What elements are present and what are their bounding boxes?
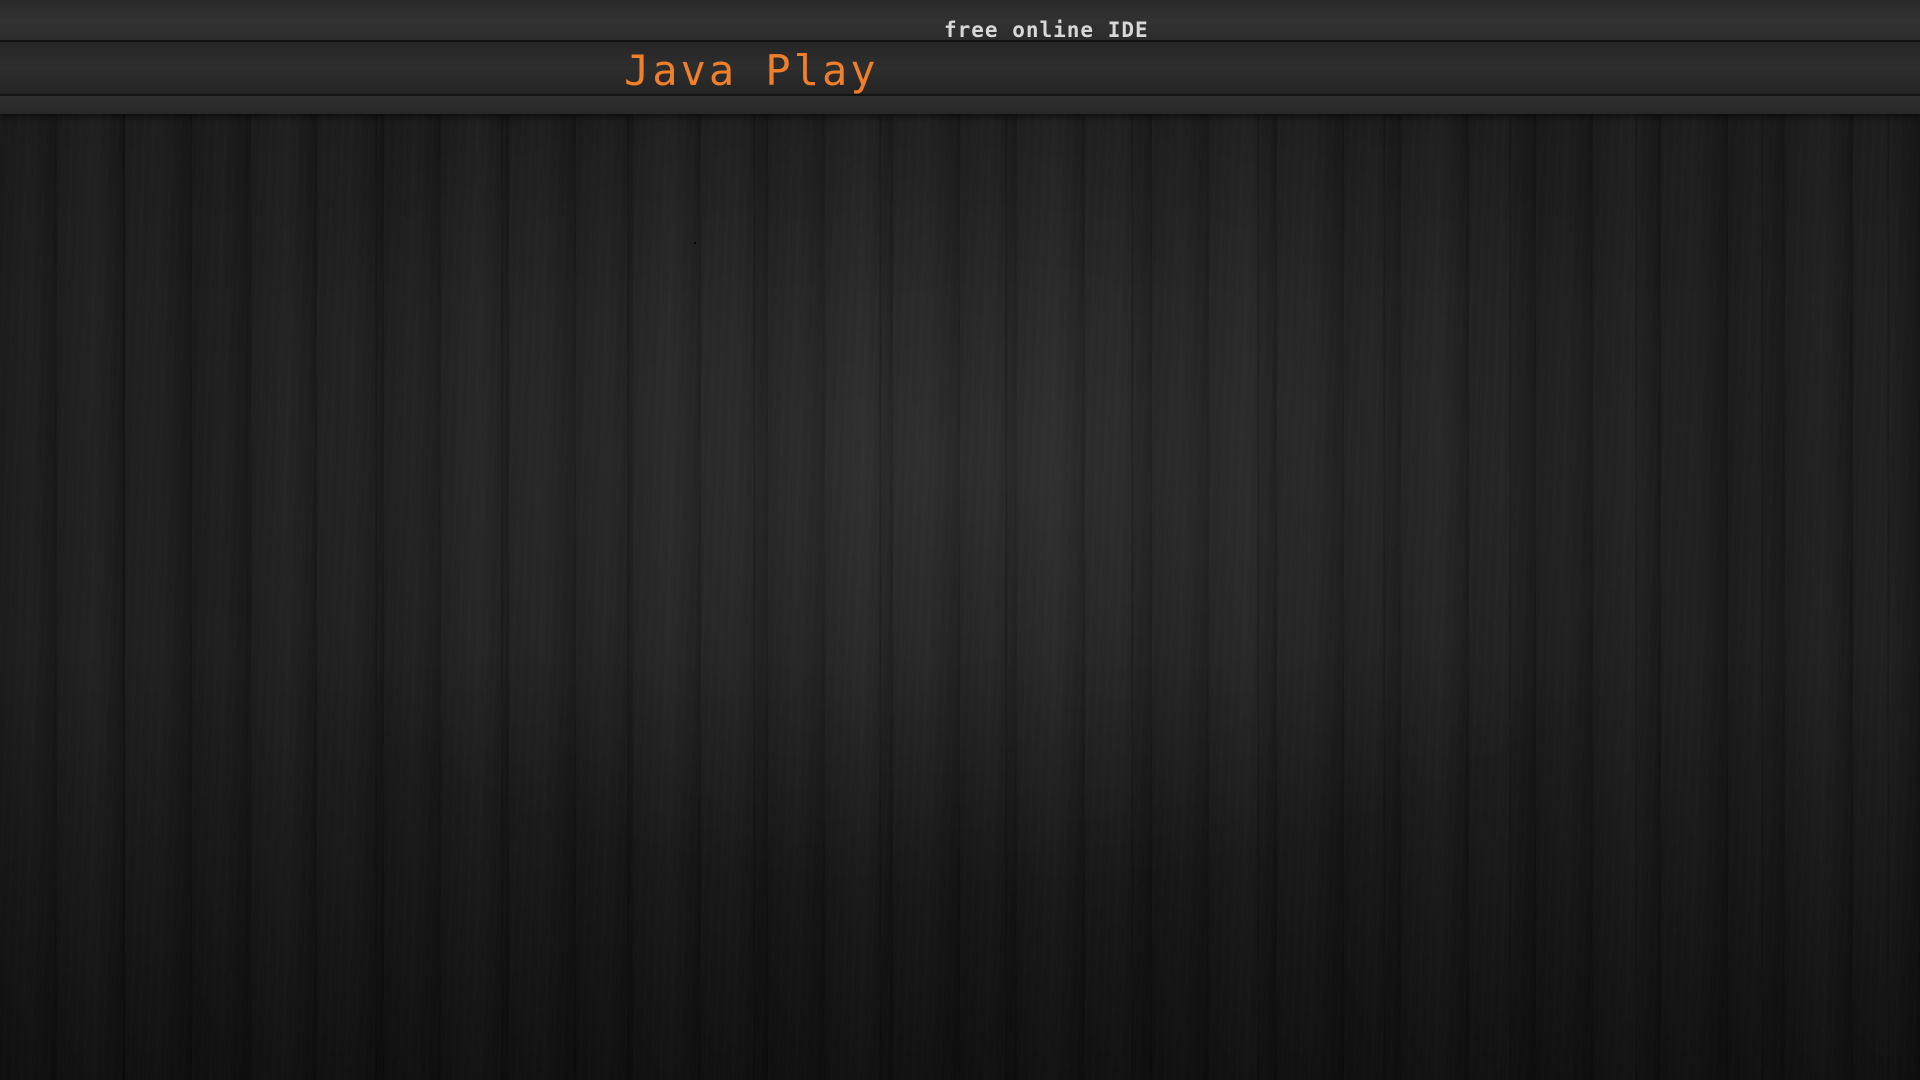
site-tagline: free online IDE bbox=[944, 18, 1149, 42]
page: free online IDE Java Play bbox=[0, 0, 1920, 1080]
site-header: free online IDE Java Play bbox=[0, 0, 1920, 114]
header-under-strip bbox=[0, 96, 1920, 114]
header-title-strip bbox=[0, 42, 1920, 96]
wood-grain bbox=[0, 114, 1920, 1080]
app-title[interactable]: Java Play bbox=[624, 50, 879, 92]
stray-pixel bbox=[694, 242, 696, 244]
